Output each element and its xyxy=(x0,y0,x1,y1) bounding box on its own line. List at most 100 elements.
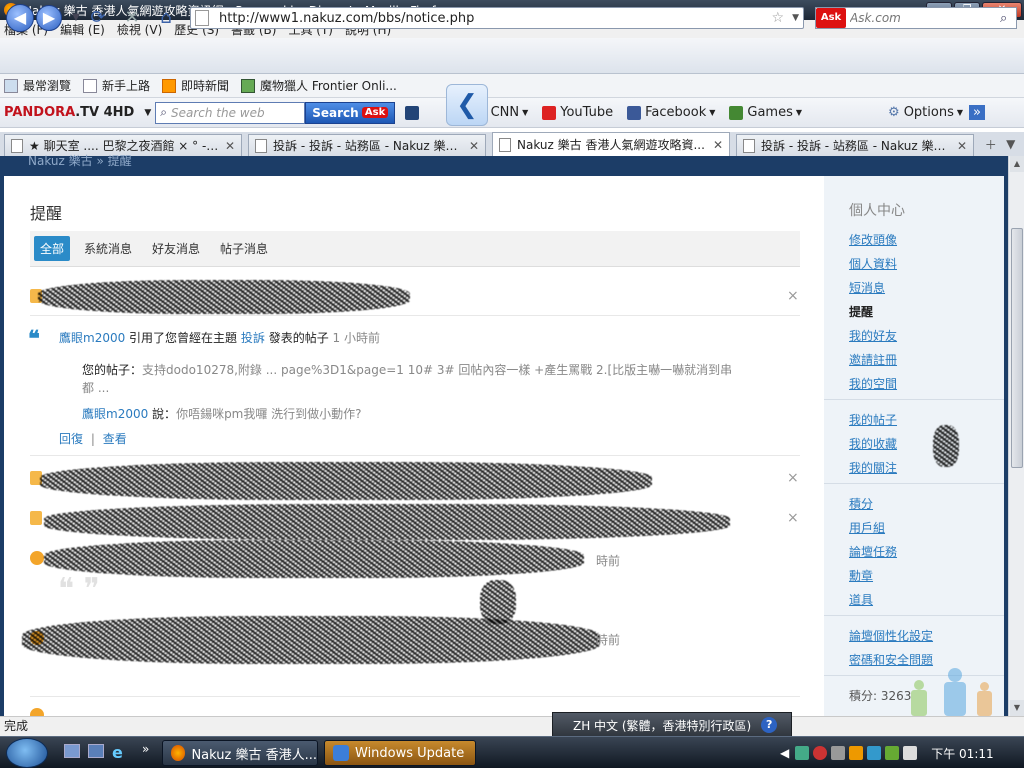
notice-actions: 回復 | 查看 xyxy=(59,432,127,446)
web-search-input[interactable] xyxy=(846,11,1000,25)
smiley-icon xyxy=(30,551,44,565)
sidebar-friends[interactable]: 我的好友 xyxy=(849,327,897,344)
tab-chatroom[interactable]: ★ 聊天室 .... 巴黎之夜酒館 × ° - ... ✕ xyxy=(4,134,242,156)
tray-app-icon[interactable] xyxy=(849,746,864,760)
scroll-down-icon[interactable]: ▼ xyxy=(1010,700,1024,716)
web-search-box[interactable]: Ask ⌕ xyxy=(815,7,1017,29)
folder-icon xyxy=(30,511,42,525)
notice-thread-link[interactable]: 投訴 xyxy=(241,331,265,345)
help-icon[interactable]: ? xyxy=(761,717,778,733)
sidebar-edit-avatar[interactable]: 修改頭像 xyxy=(849,231,897,248)
ask-engine-icon[interactable]: Ask xyxy=(816,8,846,28)
toolbar-games[interactable]: Games ▼ xyxy=(729,105,802,120)
bookmark-most-visited[interactable]: 最常瀏覽 xyxy=(4,77,71,94)
bookmark-monster-hunter[interactable]: 魔物獵人 Frontier Onli... xyxy=(241,77,397,94)
notice-close-icon[interactable]: × xyxy=(787,470,799,486)
url-bar[interactable]: http://www1.nakuz.com/bbs/notice.php ☆ ▼ xyxy=(190,7,804,29)
sidebar-medals[interactable]: 勳章 xyxy=(849,567,873,584)
url-dropdown-icon[interactable]: ▼ xyxy=(792,13,799,23)
bookmark-news[interactable]: 即時新聞 xyxy=(162,77,229,94)
start-button[interactable] xyxy=(6,738,48,768)
ie-icon[interactable]: e xyxy=(112,743,123,762)
sidebar-personalize[interactable]: 論壇個性化設定 xyxy=(849,627,933,644)
tray-expand-icon[interactable]: ◀ xyxy=(780,746,789,760)
tab-complaint-2[interactable]: 投訴 - 投訴 - 站務區 - Nakuz 樂古... ✕ xyxy=(736,134,974,156)
scroll-up-icon[interactable]: ▲ xyxy=(1010,156,1024,172)
network-icon[interactable] xyxy=(795,746,810,760)
filter-system[interactable]: 系統消息 xyxy=(84,240,132,257)
reply-link[interactable]: 回復 xyxy=(59,432,83,446)
sidebar-usergroup[interactable]: 用戶組 xyxy=(849,519,885,536)
chevron-down-icon: ▼ xyxy=(956,108,964,117)
tab-list-dropdown-icon[interactable]: ▼ xyxy=(1006,137,1015,151)
sidebar-invite[interactable]: 邀請註冊 xyxy=(849,351,897,368)
toolbar-options[interactable]: ⚙ Options ▼ xyxy=(888,105,963,120)
filter-all[interactable]: 全部 xyxy=(34,236,71,261)
tab-notice-active[interactable]: Nakuz 樂古 香港人氣網遊攻略資... ✕ xyxy=(492,132,730,156)
tab-close-icon[interactable]: ✕ xyxy=(469,139,479,153)
sidebar-profile[interactable]: 個人資料 xyxy=(849,255,897,272)
reply-line: 鷹眼m2000 說：你唔鍚咪pm我囉 洗行到做小動作? xyxy=(82,407,362,421)
view-link[interactable]: 查看 xyxy=(103,432,127,446)
taskbar-firefox-window[interactable]: Nakuz 樂古 香港人... xyxy=(162,740,318,766)
reload-icon[interactable]: ⟳ xyxy=(88,8,108,28)
sidebar-favorites[interactable]: 我的收藏 xyxy=(849,435,897,452)
volume-icon[interactable] xyxy=(903,746,918,760)
quicklaunch-more-icon[interactable]: » xyxy=(142,742,149,756)
stop-icon[interactable]: ✕ xyxy=(122,8,142,28)
pandora-dropdown-icon[interactable]: ▼ xyxy=(144,108,151,118)
sidebar-notices-current[interactable]: 提醒 xyxy=(849,303,873,320)
toolbar-search-input[interactable]: ⌕ Search the web xyxy=(155,101,306,124)
tray-app-icon[interactable] xyxy=(885,746,900,760)
tray-app-icon[interactable] xyxy=(831,746,846,760)
sidebar-my-space[interactable]: 我的空間 xyxy=(849,375,897,392)
toolbar-youtube[interactable]: YouTube xyxy=(542,105,613,120)
toolbar-search-button[interactable]: Search Ask xyxy=(305,101,396,124)
filter-post[interactable]: 帖子消息 xyxy=(220,240,268,257)
sidebar-following[interactable]: 我的關注 xyxy=(849,459,897,476)
sidebar-password-security[interactable]: 密碼和安全問題 xyxy=(849,651,933,668)
filter-friend[interactable]: 好友消息 xyxy=(152,240,200,257)
forward-arrow-icon: ▶ xyxy=(42,8,56,27)
switch-windows-icon[interactable] xyxy=(88,744,104,758)
clock[interactable]: 下午 01:11 xyxy=(931,745,993,762)
sidebar-tasks[interactable]: 論壇任務 xyxy=(849,543,897,560)
pandora-toolbar: PANDORA.TV 4HD ▼ ⌕ Search the web Search… xyxy=(0,98,1024,128)
notice-close-icon[interactable]: × xyxy=(787,510,799,526)
sidebar-messages[interactable]: 短消息 xyxy=(849,279,885,296)
toolbar-more-button[interactable]: » xyxy=(969,105,985,120)
chevron-down-icon: ▼ xyxy=(709,108,716,117)
sidebar-my-posts[interactable]: 我的帖子 xyxy=(849,411,897,428)
page-icon xyxy=(11,138,23,153)
toolbar-facebook[interactable]: Facebook ▼ xyxy=(627,105,715,120)
bird-app-icon[interactable]: ❮ xyxy=(446,84,488,126)
sidebar-points[interactable]: 積分 xyxy=(849,495,873,512)
search-icon[interactable]: ⌕ xyxy=(1000,11,1016,26)
notice-close-icon[interactable]: × xyxy=(787,288,799,304)
scroll-thumb[interactable] xyxy=(1011,228,1023,468)
reply-user-link[interactable]: 鷹眼m2000 xyxy=(82,407,148,421)
gear-icon: ⚙ xyxy=(888,105,900,120)
notice-user-link[interactable]: 鷹眼m2000 xyxy=(59,331,125,345)
bookmark-star-icon[interactable]: ☆ xyxy=(772,10,785,26)
tab-complaint-1[interactable]: 投訴 - 投訴 - 站務區 - Nakuz 樂古... ✕ xyxy=(248,134,486,156)
tab-close-icon[interactable]: ✕ xyxy=(225,139,235,153)
back-button[interactable]: ◀ xyxy=(6,4,34,32)
show-desktop-icon[interactable] xyxy=(64,744,80,758)
forward-button[interactable]: ▶ xyxy=(36,5,62,31)
bookmark-getting-started[interactable]: 新手上路 xyxy=(83,77,150,94)
tab-close-icon[interactable]: ✕ xyxy=(713,138,723,152)
security-alert-icon[interactable] xyxy=(813,746,828,760)
tray-app-icon[interactable] xyxy=(867,746,882,760)
new-tab-icon[interactable]: ＋ xyxy=(985,136,997,153)
taskbar-windows-update[interactable]: Windows Update xyxy=(324,740,476,766)
games-icon xyxy=(729,105,744,120)
page-scrollbar[interactable]: ▲ ▼ xyxy=(1008,156,1024,716)
history-dropdown-icon[interactable]: ▼ xyxy=(66,8,86,28)
breadcrumb-site[interactable]: Nakuz 樂古 xyxy=(28,154,93,168)
pandora-logo[interactable]: PANDORA.TV 4HD xyxy=(4,105,134,120)
language-bar[interactable]: ZH 中文 (繁體，香港特別行政區) ? xyxy=(552,712,792,738)
home-icon[interactable]: ⌂ xyxy=(156,8,176,28)
sidebar-items[interactable]: 道具 xyxy=(849,591,873,608)
tab-close-icon[interactable]: ✕ xyxy=(957,139,967,153)
